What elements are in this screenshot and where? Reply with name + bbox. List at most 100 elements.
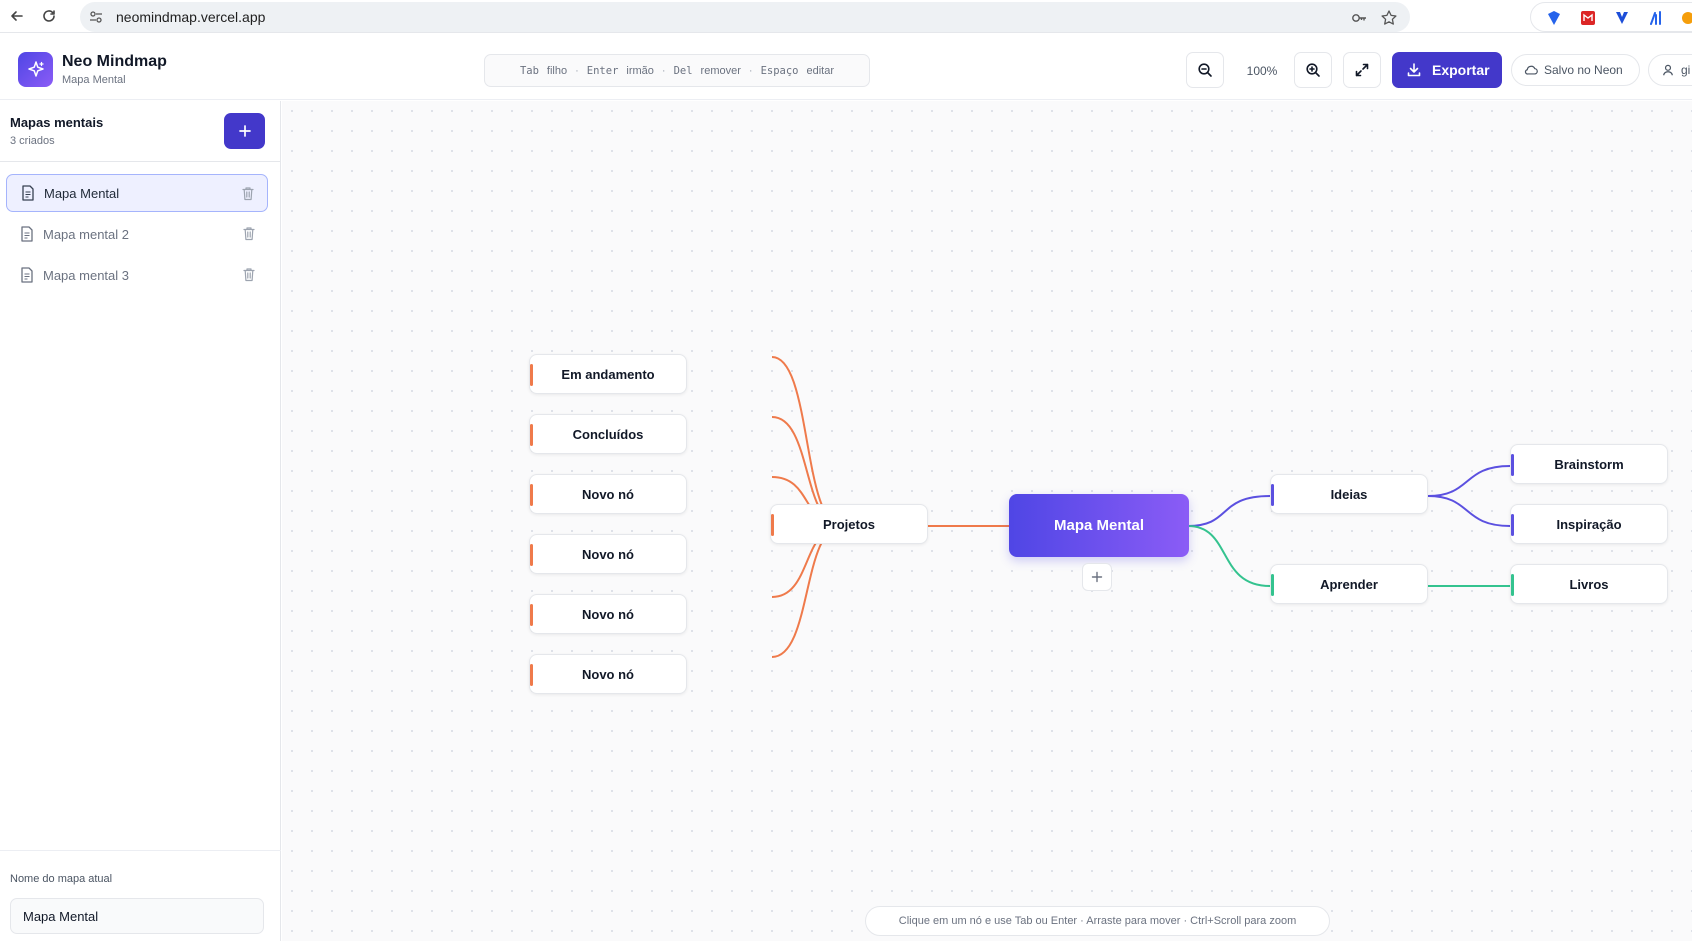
shortcut-action: irmão [626, 64, 654, 77]
edge [771, 525, 843, 658]
shortcut-key: Espaço [760, 64, 799, 77]
saved-status-label: Salvo no Neon [1544, 63, 1623, 77]
extension-yellow-icon[interactable] [1679, 9, 1692, 27]
map-item-mapa-mental-2[interactable]: Mapa mental 2 [6, 215, 268, 253]
map-item-label: Mapa mental 3 [43, 267, 129, 283]
user-icon [1663, 64, 1673, 76]
trash-icon[interactable] [242, 226, 256, 241]
sidebar-title: Mapas mentais [10, 115, 104, 130]
zoom-in-icon [1306, 63, 1320, 77]
extension-analytics-icon[interactable] [1647, 9, 1665, 27]
node-novo-no-3[interactable]: Novo nó [529, 594, 687, 634]
node-color-bar [530, 664, 533, 686]
map-item-mapa-mental-3[interactable]: Mapa mental 3 [6, 256, 268, 294]
add-child-button[interactable] [1082, 563, 1112, 591]
saved-status-button[interactable]: Salvo no Neon [1511, 54, 1640, 86]
map-item-label: Mapa mental 2 [43, 226, 129, 242]
extension-shield-icon[interactable] [1545, 9, 1563, 27]
node-label: Novo nó [582, 546, 634, 562]
shortcut-action: editar [806, 64, 835, 77]
node-label: Novo nó [582, 486, 634, 502]
shortcut-key: Enter [586, 64, 619, 77]
node-color-bar [771, 514, 774, 536]
node-novo-no-1[interactable]: Novo nó [529, 474, 687, 514]
node-label: Em andamento [561, 366, 655, 382]
maps-count: 3 criados [10, 135, 55, 147]
node-label: Novo nó [582, 606, 634, 622]
cloud-icon [1524, 65, 1538, 75]
shortcut-key: Tab [519, 64, 539, 77]
export-button[interactable]: Exportar [1392, 52, 1502, 88]
node-color-bar [1271, 484, 1274, 506]
separator: · [575, 64, 579, 77]
node-novo-no-2[interactable]: Novo nó [529, 534, 687, 574]
mindmap-canvas[interactable]: Em andamento Concluídos Novo nó Novo nó … [282, 101, 1692, 941]
node-color-bar [530, 604, 533, 626]
download-icon [1407, 63, 1421, 77]
extension-red-icon[interactable] [1579, 9, 1597, 27]
node-color-bar [1511, 454, 1514, 476]
map-item-label: Mapa Mental [44, 185, 120, 201]
bookmark-star-icon[interactable] [1380, 9, 1398, 27]
node-label: Aprender [1320, 576, 1378, 592]
node-label: Livros [1569, 576, 1609, 592]
user-account-button[interactable]: gi [1648, 54, 1692, 86]
zoom-out-icon [1198, 63, 1212, 77]
separator: · [661, 64, 666, 77]
app-subtitle: Mapa Mental [62, 74, 126, 86]
address-bar[interactable]: neomindmap.vercel.app [80, 2, 1410, 32]
current-map-name-label: Nome do mapa atual [10, 873, 113, 885]
shortcut-action: filho [546, 64, 568, 77]
node-inspiracao[interactable]: Inspiração [1510, 504, 1668, 544]
divider [0, 850, 281, 851]
node-livros[interactable]: Livros [1510, 564, 1668, 604]
app-title: Neo Mindmap [62, 53, 167, 70]
node-label: Ideias [1330, 486, 1368, 502]
node-projetos[interactable]: Projetos [770, 504, 928, 544]
node-label: Brainstorm [1554, 456, 1624, 472]
node-em-andamento[interactable]: Em andamento [529, 354, 687, 394]
node-color-bar [530, 484, 533, 506]
trash-icon[interactable] [241, 186, 255, 201]
node-aprender[interactable]: Aprender [1270, 564, 1428, 604]
divider [0, 161, 281, 162]
node-color-bar [1511, 514, 1514, 536]
zoom-in-button[interactable] [1294, 52, 1332, 88]
node-label: Novo nó [582, 666, 634, 682]
document-icon [22, 185, 34, 201]
keyboard-shortcuts-hint: Tab filho · Enter irmão · Del remover · … [484, 54, 870, 87]
new-map-button[interactable] [224, 113, 265, 149]
plus-icon [238, 125, 251, 137]
separator: · [748, 64, 753, 77]
node-brainstorm[interactable]: Brainstorm [1510, 444, 1668, 484]
document-icon [21, 226, 33, 242]
zoom-out-button[interactable] [1186, 52, 1224, 88]
edge [1427, 465, 1511, 497]
usage-hint: Clique em um nó e use Tab ou Enter · Arr… [865, 906, 1330, 936]
node-color-bar [1511, 574, 1514, 596]
edge [1187, 495, 1271, 527]
password-key-icon[interactable] [1350, 9, 1368, 27]
map-item-mapa-mental[interactable]: Mapa Mental [6, 174, 268, 212]
node-color-bar [530, 424, 533, 446]
node-ideias[interactable]: Ideias [1270, 474, 1428, 514]
node-label: Projetos [822, 516, 875, 532]
back-arrow-icon[interactable] [6, 5, 28, 27]
node-label: Inspiração [1556, 516, 1622, 532]
node-novo-no-4[interactable]: Novo nó [529, 654, 687, 694]
browser-toolbar: neomindmap.vercel.app [0, 0, 1692, 33]
node-root[interactable]: Mapa Mental [1009, 494, 1189, 557]
fit-view-button[interactable] [1343, 52, 1381, 88]
trash-icon[interactable] [242, 267, 256, 282]
current-map-name-input[interactable] [10, 898, 264, 934]
expand-icon [1355, 63, 1369, 77]
mindmap-edges [771, 356, 1511, 658]
node-concluidos[interactable]: Concluídos [529, 414, 687, 454]
export-label: Exportar [1432, 62, 1490, 78]
node-color-bar [530, 364, 533, 386]
extension-v-icon[interactable] [1613, 9, 1631, 27]
document-icon [21, 267, 33, 283]
zoom-level: 100% [1246, 64, 1278, 78]
site-settings-icon[interactable] [88, 9, 104, 25]
reload-icon[interactable] [38, 5, 60, 27]
